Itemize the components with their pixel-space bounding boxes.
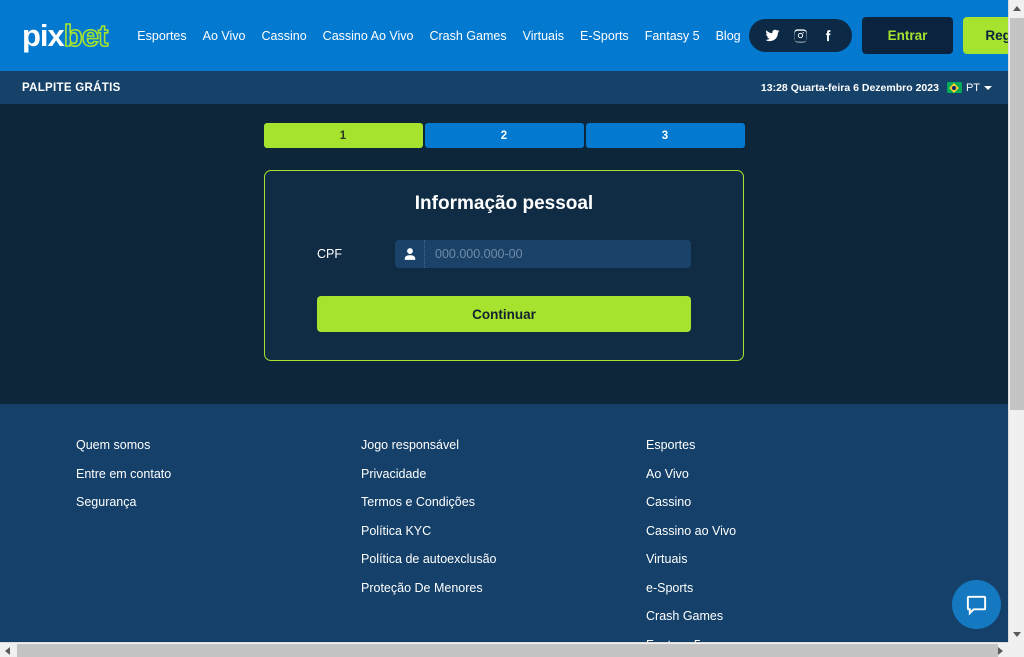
- sub-header-right: 13:28 Quarta-feira 6 Dezembro 2023 PT: [761, 82, 992, 94]
- browser-viewport: pix bet Esportes Ao Vivo Cassino Cassino …: [0, 0, 1024, 657]
- footer-link-termos-e-condicoes[interactable]: Termos e Condições: [361, 495, 646, 509]
- footer-link-virtuais[interactable]: Virtuais: [646, 552, 931, 566]
- chat-bubble-icon: [966, 595, 987, 616]
- logo-text-pix: pix: [22, 18, 65, 53]
- language-selector[interactable]: PT: [946, 81, 992, 94]
- nav-item-cassino[interactable]: Cassino: [254, 23, 315, 49]
- footer-link-politica-kyc[interactable]: Política KYC: [361, 524, 646, 538]
- cpf-input[interactable]: [425, 240, 691, 268]
- sub-header-bar: PALPITE GRÁTIS 13:28 Quarta-feira 6 Deze…: [0, 71, 1008, 104]
- site-header: pix bet Esportes Ao Vivo Cassino Cassino …: [0, 0, 1008, 71]
- page-title: Informação pessoal: [414, 193, 594, 214]
- nav-item-blog[interactable]: Blog: [708, 23, 749, 49]
- nav-item-virtuais[interactable]: Virtuais: [515, 23, 572, 49]
- twitter-icon[interactable]: [765, 28, 780, 43]
- registration-card: Informação pessoal CPF Continuar: [264, 170, 744, 361]
- nav-item-crash-games[interactable]: Crash Games: [421, 23, 514, 49]
- horizontal-scrollbar[interactable]: [0, 642, 1024, 657]
- scroll-left-button[interactable]: [0, 643, 15, 657]
- footer-link-cassino[interactable]: Cassino: [646, 495, 931, 509]
- nav-item-e-sports[interactable]: E-Sports: [572, 23, 637, 49]
- footer-link-esportes[interactable]: Esportes: [646, 438, 931, 452]
- cpf-input-wrapper[interactable]: [395, 240, 691, 268]
- cpf-form-row: CPF: [317, 240, 691, 268]
- step-3[interactable]: 3: [585, 123, 745, 148]
- site-footer: Quem somos Entre em contato Segurança Jo…: [0, 404, 1008, 642]
- instagram-icon[interactable]: [793, 28, 808, 43]
- step-2[interactable]: 2: [424, 123, 584, 148]
- login-button[interactable]: Entrar: [861, 17, 954, 54]
- chevron-up-icon: [1013, 5, 1021, 11]
- footer-link-entre-em-contato[interactable]: Entre em contato: [76, 467, 361, 481]
- footer-col-products: Esportes Ao Vivo Cassino Cassino ao Vivo…: [646, 438, 931, 642]
- cpf-label: CPF: [317, 247, 342, 261]
- chevron-down-icon: [984, 85, 992, 90]
- scroll-down-button[interactable]: [1009, 626, 1024, 642]
- footer-link-protecao-de-menores[interactable]: Proteção De Menores: [361, 581, 646, 595]
- vertical-scrollbar-thumb[interactable]: [1010, 18, 1024, 410]
- footer-link-ao-vivo[interactable]: Ao Vivo: [646, 467, 931, 481]
- datetime-display: 13:28 Quarta-feira 6 Dezembro 2023: [760, 81, 939, 94]
- footer-link-jogo-responsavel[interactable]: Jogo responsável: [361, 438, 646, 452]
- horizontal-scrollbar-thumb[interactable]: [17, 644, 998, 657]
- registration-step-indicator: 1 2 3: [263, 123, 745, 148]
- language-label: PT: [965, 81, 980, 94]
- social-links: [748, 19, 852, 52]
- nav-item-ao-vivo[interactable]: Ao Vivo: [195, 23, 254, 49]
- footer-link-quem-somos[interactable]: Quem somos: [76, 438, 361, 452]
- chat-widget-button[interactable]: [952, 580, 1001, 629]
- user-icon: [395, 240, 425, 268]
- nav-item-esportes[interactable]: Esportes: [129, 23, 194, 49]
- scroll-up-button[interactable]: [1009, 0, 1024, 16]
- scroll-right-button[interactable]: [993, 643, 1008, 657]
- register-button[interactable]: Registro: [963, 17, 1008, 54]
- chevron-right-icon: [998, 646, 1003, 655]
- footer-link-cassino-ao-vivo[interactable]: Cassino ao Vivo: [646, 524, 931, 538]
- footer-link-politica-autoexclusao[interactable]: Política de autoexclusão: [361, 552, 646, 566]
- nav-item-fantasy-5[interactable]: Fantasy 5: [637, 23, 708, 49]
- brazil-flag-icon: [946, 82, 962, 93]
- free-tip-link[interactable]: PALPITE GRÁTIS: [22, 82, 121, 94]
- continue-button[interactable]: Continuar: [317, 296, 691, 332]
- nav-item-cassino-ao-vivo[interactable]: Cassino Ao Vivo: [315, 23, 422, 49]
- logo-text-bet: bet: [63, 18, 109, 53]
- footer-col-legal: Jogo responsável Privacidade Termos e Co…: [361, 438, 646, 642]
- step-1[interactable]: 1: [263, 123, 423, 148]
- scrollbar-corner: [1008, 642, 1024, 657]
- facebook-icon[interactable]: [821, 28, 836, 43]
- chevron-down-icon: [1013, 631, 1021, 637]
- footer-link-e-sports[interactable]: e-Sports: [646, 581, 931, 595]
- header-actions: Entrar Registro: [748, 17, 1008, 54]
- vertical-scrollbar[interactable]: [1008, 0, 1024, 642]
- footer-link-seguranca[interactable]: Segurança: [76, 495, 361, 509]
- chevron-left-icon: [5, 646, 10, 655]
- footer-link-crash-games[interactable]: Crash Games: [646, 609, 931, 623]
- site-logo[interactable]: pix bet: [22, 18, 109, 53]
- main-content: 1 2 3 Informação pessoal CPF Continuar: [0, 104, 1008, 404]
- footer-link-privacidade[interactable]: Privacidade: [361, 467, 646, 481]
- footer-col-about: Quem somos Entre em contato Segurança: [76, 438, 361, 642]
- primary-nav: Esportes Ao Vivo Cassino Cassino Ao Vivo…: [129, 23, 748, 49]
- page-content: pix bet Esportes Ao Vivo Cassino Cassino …: [0, 0, 1008, 642]
- footer-columns: Quem somos Entre em contato Segurança Jo…: [0, 438, 1008, 642]
